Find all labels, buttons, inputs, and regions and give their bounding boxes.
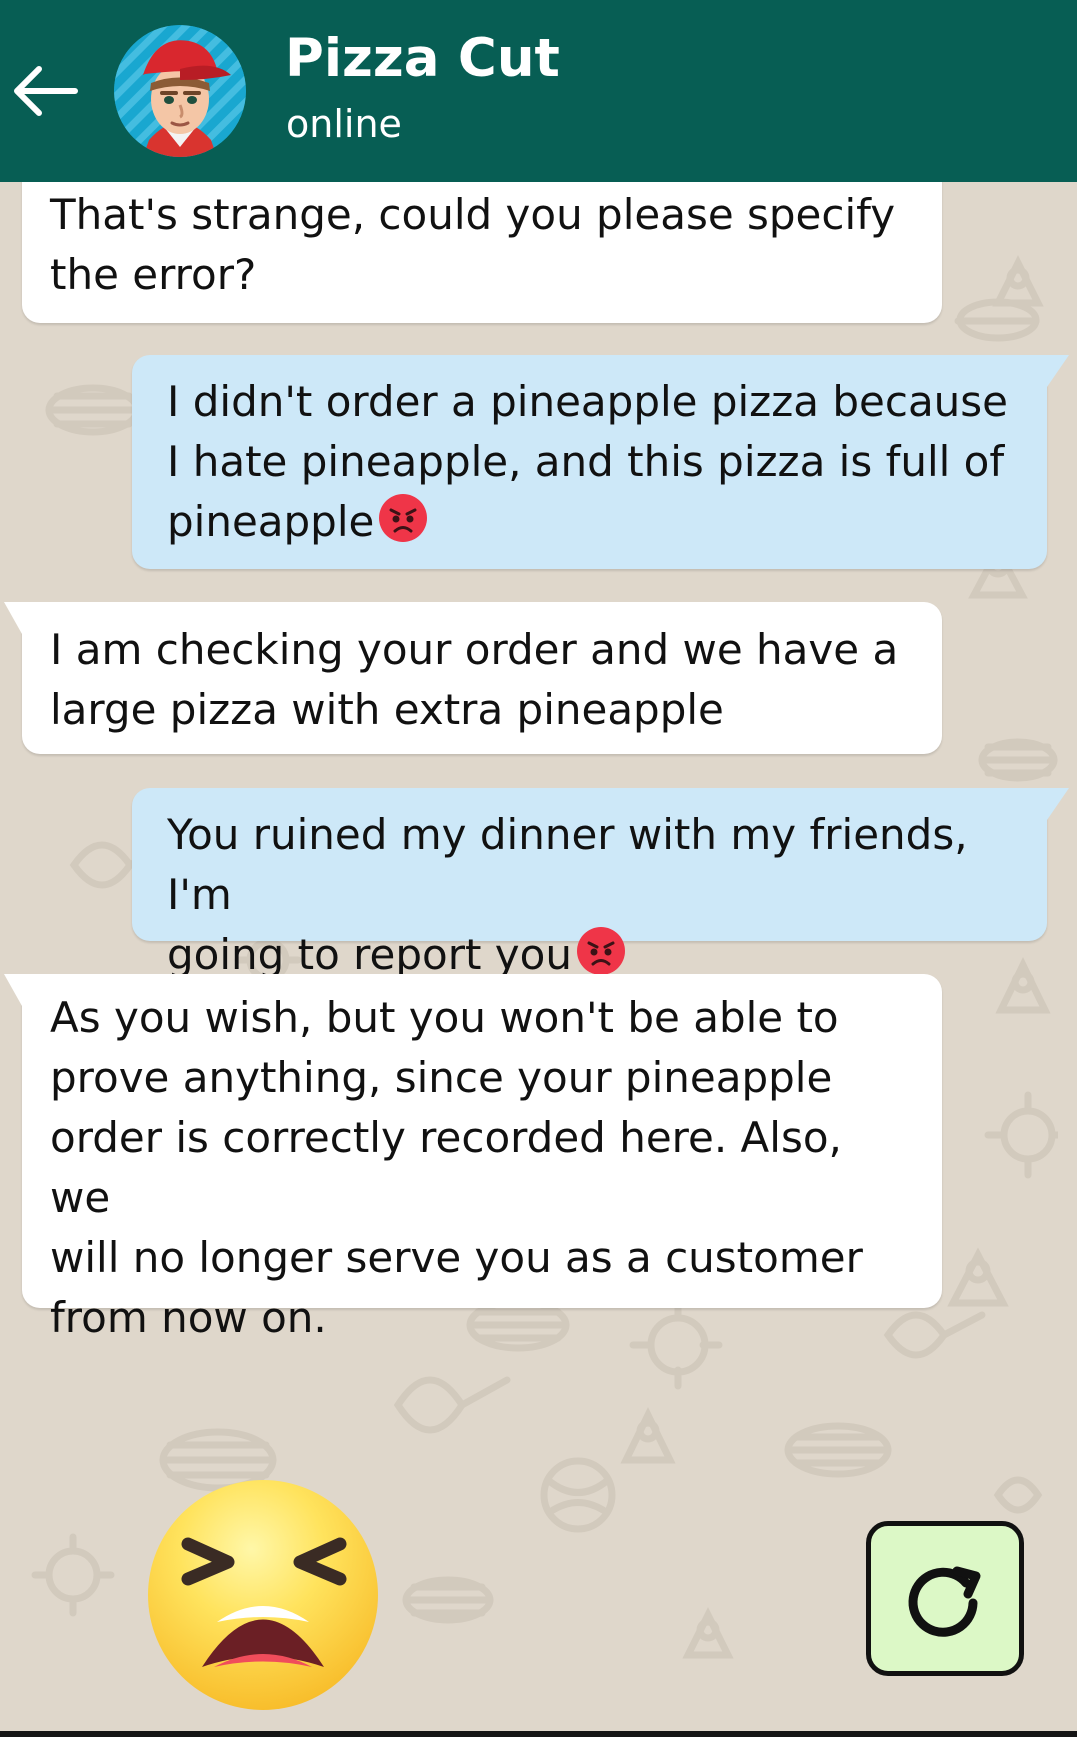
- incoming-message: As you wish, but you won't be able to pr…: [4, 974, 942, 1342]
- pizza-delivery-avatar-icon: [114, 25, 246, 157]
- refresh-icon: [908, 1566, 981, 1637]
- back-arrow-icon: [14, 66, 78, 116]
- incoming-message: That's strange, could you please specify…: [22, 165, 942, 323]
- message-text: As you wish, but you won't be able to pr…: [50, 993, 863, 1342]
- message-text: That's strange, could you please specify…: [50, 190, 896, 299]
- incoming-message: I am checking your order and we have a l…: [4, 602, 942, 754]
- angry-face-icon: [379, 494, 428, 542]
- angry-face-icon: [576, 927, 625, 975]
- message-text: I am checking your order and we have a l…: [50, 625, 899, 734]
- chat-header: Pizza Cut online: [0, 0, 1077, 182]
- contact-avatar[interactable]: [114, 25, 246, 157]
- back-button[interactable]: [8, 61, 80, 121]
- refresh-button[interactable]: [866, 1521, 1024, 1676]
- message-text: I didn't order a pineapple pizza because…: [167, 377, 1009, 546]
- contact-status: online: [286, 102, 402, 146]
- outgoing-message: You ruined my dinner with my friends, I'…: [132, 788, 1069, 979]
- bottom-edge: [0, 1731, 1077, 1737]
- tired-face-icon[interactable]: [146, 1478, 380, 1712]
- outgoing-message: I didn't order a pineapple pizza because…: [132, 355, 1069, 569]
- contact-name[interactable]: Pizza Cut: [285, 29, 560, 88]
